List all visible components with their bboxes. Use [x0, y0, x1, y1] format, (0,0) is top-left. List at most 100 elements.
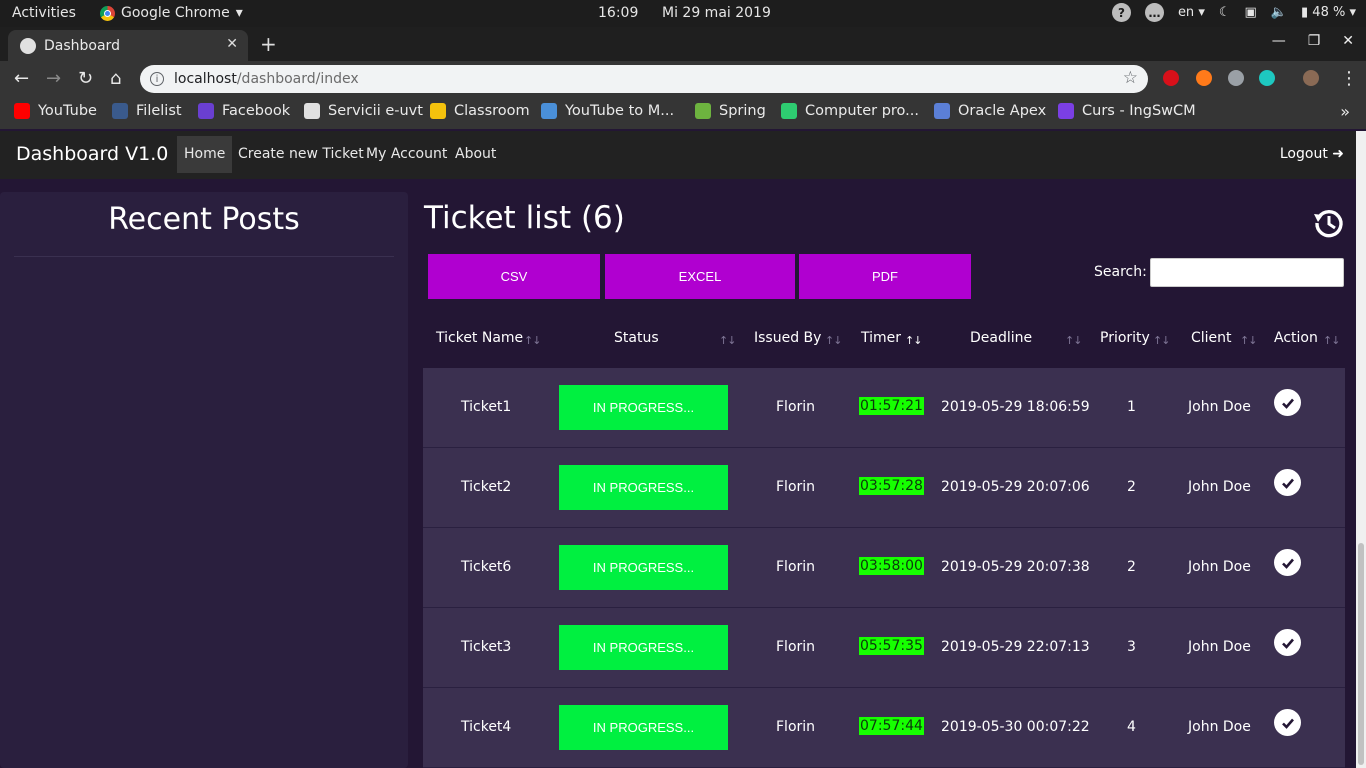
status-button[interactable]: IN PROGRESS...	[559, 625, 728, 670]
maximize-icon[interactable]: ❐	[1308, 33, 1321, 49]
page-title: Ticket list (6)	[424, 200, 625, 236]
nav-home[interactable]: Home	[177, 136, 233, 173]
column-ticket-name[interactable]: Ticket Name	[436, 330, 523, 346]
bookmark-item[interactable]: Computer pro...	[781, 103, 919, 119]
bookmark-item[interactable]: Facebook	[198, 103, 290, 119]
help-icon[interactable]: ?	[1111, 3, 1131, 22]
status-button[interactable]: IN PROGRESS...	[559, 465, 728, 510]
close-window-icon[interactable]: ✕	[1342, 33, 1354, 49]
search-input[interactable]	[1150, 258, 1344, 287]
complete-check-icon[interactable]	[1274, 389, 1301, 416]
logout-link[interactable]: Logout ➜	[1280, 146, 1344, 162]
column-timer[interactable]: Timer	[861, 330, 901, 346]
menu-kebab-icon[interactable]: ⋮	[1340, 68, 1358, 89]
bookmark-item[interactable]: YouTube to M...	[541, 103, 674, 119]
sort-icon[interactable]: ↑↓	[524, 334, 541, 347]
network-icon[interactable]: ▣	[1245, 5, 1257, 20]
page-scrollbar[interactable]	[1356, 131, 1366, 768]
sort-icon[interactable]: ↑↓	[1323, 334, 1340, 347]
bookmark-item[interactable]: Spring	[695, 103, 766, 119]
bookmark-item[interactable]: Classroom	[430, 103, 530, 119]
bookmark-item[interactable]: Curs - IngSwCM	[1058, 103, 1196, 119]
column-action[interactable]: Action	[1274, 330, 1318, 346]
forward-icon[interactable]: →	[46, 68, 61, 89]
new-tab-button[interactable]: +	[260, 32, 277, 56]
complete-check-icon[interactable]	[1274, 549, 1301, 576]
activities-button[interactable]: Activities	[12, 5, 76, 21]
table-row: Ticket4 IN PROGRESS... Florin 07:57:44 2019-…	[423, 688, 1345, 768]
nav-my-account[interactable]: My Account	[359, 136, 454, 173]
timer-cell: 03:57:28	[859, 477, 924, 495]
pdf-export-button[interactable]: PDF	[799, 254, 971, 299]
more-bookmarks-icon[interactable]: »	[1340, 102, 1350, 121]
priority-cell: 3	[1127, 639, 1136, 655]
chat-icon[interactable]: …	[1144, 3, 1164, 22]
facebook-icon	[198, 103, 214, 119]
bookmark-star-icon[interactable]: ☆	[1123, 68, 1138, 88]
battery-indicator[interactable]: ▮ 48 % ▾	[1301, 5, 1356, 20]
bookmark-item[interactable]: YouTube	[14, 103, 97, 119]
night-light-icon[interactable]: ☾	[1219, 5, 1231, 20]
checkmark-icon	[1281, 558, 1294, 569]
complete-check-icon[interactable]	[1274, 709, 1301, 736]
column-status[interactable]: Status	[614, 330, 659, 346]
brand[interactable]: Dashboard V1.0	[16, 143, 168, 165]
csv-export-button[interactable]: CSV	[428, 254, 600, 299]
bookmark-item[interactable]: Filelist	[112, 103, 182, 119]
column-priority[interactable]: Priority	[1100, 330, 1150, 346]
sort-icon[interactable]: ↑↓	[719, 334, 736, 347]
bookmark-item[interactable]: Oracle Apex	[934, 103, 1046, 119]
minimize-icon[interactable]: —	[1272, 33, 1286, 49]
profile-avatar[interactable]	[1303, 70, 1319, 86]
scrollbar-thumb[interactable]	[1358, 543, 1364, 765]
battery-label: 48 %	[1312, 5, 1346, 20]
issued-by-cell: Florin	[776, 399, 816, 415]
sort-icon[interactable]: ↑↓	[1065, 334, 1082, 347]
volume-icon[interactable]: 🔈	[1271, 5, 1287, 20]
nav-about[interactable]: About	[448, 136, 503, 173]
search-label: Search:	[1094, 264, 1147, 280]
adblock-extension-icon[interactable]	[1163, 70, 1179, 86]
home-icon[interactable]: ⌂	[110, 68, 121, 89]
timer-cell: 05:57:35	[859, 637, 924, 655]
bookmark-item[interactable]: Servicii e-uvt	[304, 103, 423, 119]
sort-icon[interactable]: ↑↓	[1153, 334, 1170, 347]
excel-export-button[interactable]: EXCEL	[605, 254, 795, 299]
divider	[14, 256, 394, 257]
priority-cell: 2	[1127, 559, 1136, 575]
extension-icon[interactable]	[1259, 70, 1275, 86]
tab-dashboard[interactable]: Dashboard ✕	[8, 30, 248, 61]
language-indicator[interactable]: en ▾	[1178, 5, 1205, 20]
table-row: Ticket2 IN PROGRESS... Florin 03:57:28 2019-…	[423, 448, 1345, 528]
clock[interactable]: 16:09	[598, 5, 638, 21]
nav-create-ticket[interactable]: Create new Ticket	[231, 136, 371, 173]
date[interactable]: Mi 29 mai 2019	[662, 5, 771, 21]
back-icon[interactable]: ←	[14, 68, 29, 89]
extension-icon[interactable]	[1228, 70, 1244, 86]
bookmark-label: Computer pro...	[805, 103, 919, 119]
close-tab-icon[interactable]: ✕	[226, 36, 238, 52]
table-row: Ticket3 IN PROGRESS... Florin 05:57:35 2019-…	[423, 608, 1345, 688]
browser-toolbar: ← → ↻ ⌂ i localhost/dashboard/index ☆ ⋮	[0, 61, 1366, 97]
sort-icon[interactable]: ↑↓	[825, 334, 842, 347]
column-client[interactable]: Client	[1191, 330, 1232, 346]
sort-icon[interactable]: ↑↓	[1240, 334, 1257, 347]
status-button[interactable]: IN PROGRESS...	[559, 705, 728, 750]
status-button[interactable]: IN PROGRESS...	[559, 385, 728, 430]
complete-check-icon[interactable]	[1274, 469, 1301, 496]
extension-icon[interactable]	[1196, 70, 1212, 86]
complete-check-icon[interactable]	[1274, 629, 1301, 656]
status-button[interactable]: IN PROGRESS...	[559, 545, 728, 590]
system-tray: ? … en ▾ ☾ ▣ 🔈 ▮ 48 % ▾	[1111, 3, 1356, 22]
history-icon[interactable]	[1312, 206, 1346, 240]
app-menu[interactable]: Google Chrome ▾	[100, 5, 243, 21]
download-icon	[541, 103, 557, 119]
info-icon[interactable]: i	[150, 72, 164, 86]
column-deadline[interactable]: Deadline	[970, 330, 1032, 346]
sidebar-recent-posts: Recent Posts	[0, 192, 408, 768]
address-bar[interactable]: i localhost/dashboard/index ☆	[140, 65, 1148, 93]
sort-ascending-icon[interactable]: ↑↓	[905, 334, 922, 347]
priority-cell: 4	[1127, 719, 1136, 735]
column-issued-by[interactable]: Issued By	[754, 330, 821, 346]
reload-icon[interactable]: ↻	[78, 68, 93, 89]
